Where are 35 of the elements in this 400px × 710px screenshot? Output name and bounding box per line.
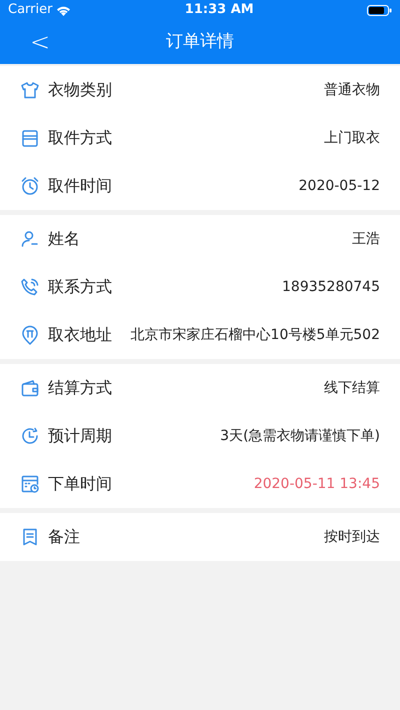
field-value: 18935280745 (282, 278, 380, 296)
phone-icon (20, 277, 40, 297)
field-label: 备注 (48, 526, 80, 548)
field-value: 3天(急需衣物请谨慎下单) (220, 426, 380, 446)
alarm-clock-icon (20, 176, 40, 196)
field-label: 衣物类别 (48, 79, 112, 101)
field-label: 下单时间 (48, 473, 112, 495)
field-value: 线下结算 (324, 378, 380, 398)
calendar-clock-icon (20, 474, 40, 494)
wallet-icon (20, 378, 40, 398)
location-pin-icon (20, 325, 40, 345)
battery-icon (367, 4, 392, 16)
status-time: 11:33 AM (184, 1, 254, 20)
field-value: 北京市宋家庄石榴中心10号楼5单元502 (130, 326, 380, 344)
user-icon (20, 229, 40, 249)
field-value: 上门取衣 (324, 128, 380, 148)
field-label: 预计周期 (48, 425, 112, 447)
shirt-icon (20, 80, 40, 100)
field-value: 2020-05-12 (298, 176, 380, 196)
wifi-icon (56, 4, 72, 16)
back-button[interactable]: < (22, 30, 58, 54)
field-value: 普通衣物 (324, 80, 380, 100)
field-label: 取件时间 (48, 175, 112, 197)
field-value: 王浩 (352, 230, 380, 248)
field-value: 2020-05-11 13:45 (254, 474, 380, 494)
page-title: 订单详情 (166, 30, 234, 54)
box-icon (20, 128, 40, 148)
field-label: 姓名 (48, 228, 80, 250)
field-label: 结算方式 (48, 377, 112, 399)
field-label: 联系方式 (48, 276, 112, 298)
clock-icon (20, 426, 40, 446)
field-label: 取衣地址 (48, 324, 112, 346)
field-value: 按时到达 (324, 528, 380, 546)
field-label: 取件方式 (48, 127, 112, 149)
carrier-label: Carrier (8, 1, 52, 20)
